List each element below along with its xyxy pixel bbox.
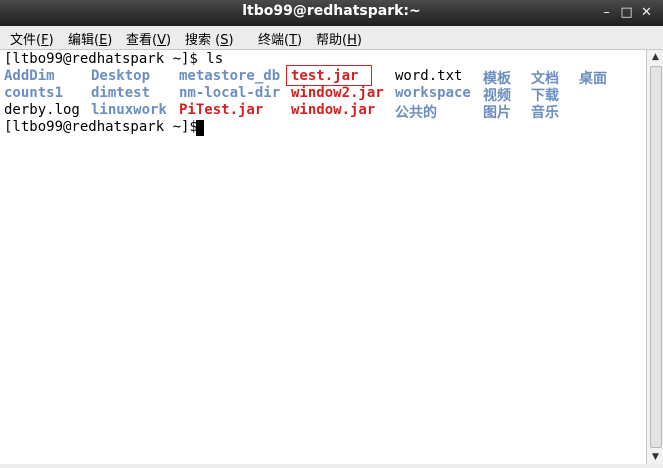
ls-item: workspace xyxy=(395,85,471,101)
prompt-command-line: [ltbo99@redhatspark ~]$ ls xyxy=(4,51,224,67)
menu-terminal[interactable]: 终端(T) xyxy=(258,29,302,48)
window-bottom-edge xyxy=(0,464,663,468)
ls-item: nm-local-dir xyxy=(179,85,281,101)
window-title: ltbo99@redhatspark:~ xyxy=(242,3,421,19)
ls-item: dimtest xyxy=(91,85,151,101)
ls-item: counts1 xyxy=(4,85,64,101)
menu-help[interactable]: 帮助(H) xyxy=(316,29,362,48)
close-button[interactable]: ✕ xyxy=(638,4,655,21)
prompt-line: [ltbo99@redhatspark ~]$ xyxy=(4,119,207,135)
ls-item: word.txt xyxy=(395,68,463,84)
terminal-window: ltbo99@redhatspark:~ – □ ✕ 文件(F) 编辑(E) 查… xyxy=(0,0,663,468)
ls-item: test.jar xyxy=(291,68,359,84)
ls-item: 公共的 xyxy=(395,105,437,121)
scroll-up-arrow-icon[interactable]: ▲ xyxy=(647,50,663,64)
maximize-button[interactable]: □ xyxy=(618,4,635,21)
ls-item: metastore_db xyxy=(179,68,281,84)
ls-item: PiTest.jar xyxy=(179,102,264,118)
ls-item: 音乐 xyxy=(531,105,559,121)
menu-bar: 文件(F) 编辑(E) 查看(V) 搜索 (S) 终端(T) 帮助(H) xyxy=(0,26,663,50)
scroll-down-arrow-icon[interactable]: ▼ xyxy=(647,450,663,464)
ls-item: window.jar xyxy=(291,102,376,118)
ls-item: 桌面 xyxy=(579,71,607,87)
scrollbar-thumb[interactable] xyxy=(650,66,662,448)
ls-item: Desktop xyxy=(91,68,151,84)
ls-item: window2.jar xyxy=(291,85,384,101)
ls-item: linuxwork xyxy=(91,102,167,118)
terminal-output[interactable]: [ltbo99@redhatspark ~]$ ls AddDim Deskto… xyxy=(0,50,646,464)
vertical-scrollbar[interactable]: ▲ ▼ xyxy=(646,50,663,464)
text-cursor xyxy=(196,120,204,136)
menu-edit[interactable]: 编辑(E) xyxy=(68,29,112,48)
ls-item: AddDim xyxy=(4,68,55,84)
title-bar[interactable]: ltbo99@redhatspark:~ – □ ✕ xyxy=(0,0,663,26)
minimize-button[interactable]: – xyxy=(598,4,615,21)
ls-item: derby.log xyxy=(4,102,80,118)
menu-file[interactable]: 文件(F) xyxy=(10,29,54,48)
menu-search[interactable]: 搜索 (S) xyxy=(185,29,234,48)
ls-item: 图片 xyxy=(483,105,511,121)
menu-view[interactable]: 查看(V) xyxy=(126,29,171,48)
